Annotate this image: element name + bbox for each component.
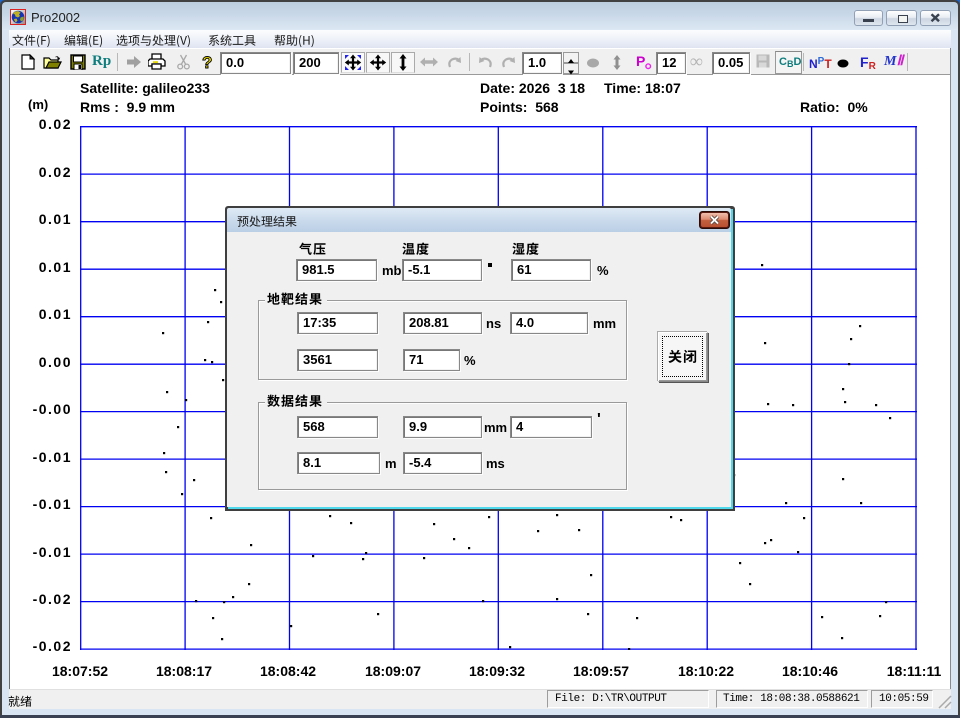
svg-text:?: ? [202,53,212,71]
